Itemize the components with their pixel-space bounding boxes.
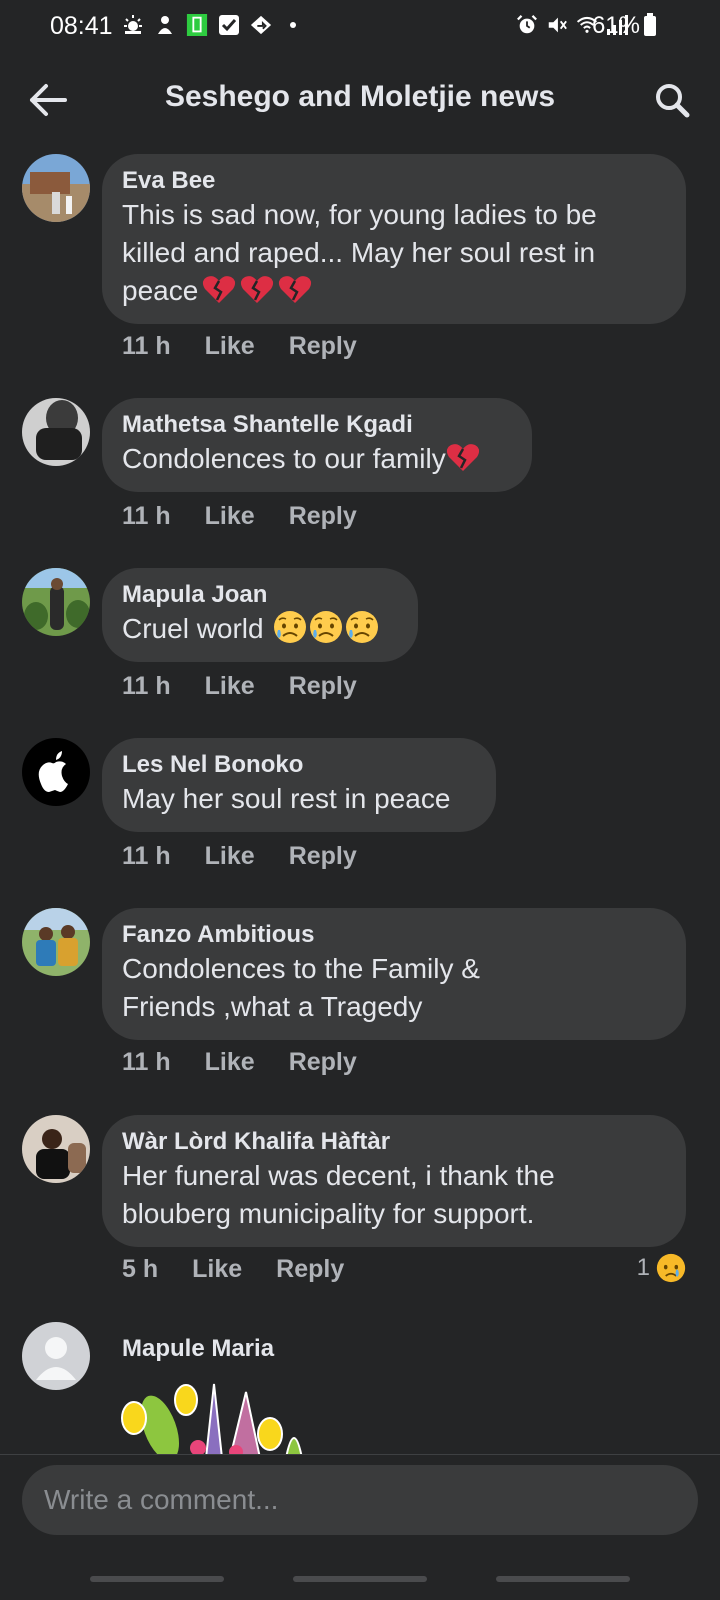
comment-bubble[interactable]: Eva Bee This is sad now, for young ladie… — [102, 154, 686, 324]
reply-button[interactable]: Reply — [289, 502, 357, 531]
nav-back-handle[interactable] — [90, 1576, 224, 1582]
comment-actions: 11 h Like Reply — [122, 672, 357, 701]
avatar[interactable] — [22, 738, 90, 806]
broken-heart-icon — [446, 444, 479, 471]
comment-actions: 11 h Like Reply — [122, 332, 357, 361]
broken-heart-icon — [241, 276, 274, 303]
reply-button[interactable]: Reply — [289, 842, 357, 871]
mute-icon — [546, 14, 568, 36]
reply-button[interactable]: Reply — [289, 332, 357, 361]
like-button[interactable]: Like — [192, 1255, 242, 1284]
dot-icon — [282, 14, 304, 36]
reply-button[interactable]: Reply — [276, 1255, 344, 1284]
comment-author[interactable]: Fanzo Ambitious — [122, 920, 666, 950]
comment-text-content: This is sad now, for young ladies to be … — [122, 199, 597, 306]
comment-timestamp: 11 h — [122, 1048, 171, 1076]
comment-bubble[interactable]: Wàr Lòrd Khalifa Hàftàr Her funeral was … — [102, 1115, 686, 1247]
broken-heart-icon — [279, 276, 312, 303]
search-icon — [656, 84, 690, 118]
like-button[interactable]: Like — [205, 672, 255, 701]
comment-timestamp: 11 h — [122, 672, 171, 700]
comment-bubble[interactable]: Les Nel Bonoko May her soul rest in peac… — [102, 738, 496, 832]
comment-author[interactable]: Mapule Maria — [122, 1334, 274, 1364]
like-button[interactable]: Like — [205, 1048, 255, 1077]
battery-saver-icon — [186, 14, 208, 36]
comment-input[interactable]: Write a comment... — [22, 1465, 698, 1535]
status-time: 08:41 — [50, 12, 113, 40]
comment-text-content: Condolences to our family — [122, 443, 446, 474]
avatar[interactable] — [22, 908, 90, 976]
like-button[interactable]: Like — [205, 332, 255, 361]
comment-timestamp: 11 h — [122, 842, 171, 870]
comment-author[interactable]: Eva Bee — [122, 166, 666, 196]
comment-text: Cruel world — [122, 610, 398, 648]
avatar[interactable] — [22, 398, 90, 466]
comment-text: May her soul rest in peace — [122, 783, 451, 814]
comment-text: Her funeral was decent, i thank the blou… — [122, 1160, 555, 1229]
avatar[interactable] — [22, 1322, 90, 1390]
comment-author[interactable]: Mapula Joan — [122, 580, 398, 610]
avatar[interactable] — [22, 1115, 90, 1183]
status-icons-left — [122, 14, 304, 36]
comment-timestamp: 11 h — [122, 502, 171, 530]
sad-sweat-face-icon — [274, 611, 307, 643]
search-button[interactable] — [648, 76, 696, 124]
reaction-summary[interactable]: 1 — [637, 1253, 686, 1283]
app-header: Seshego and Moletjie news — [0, 54, 720, 144]
avatar[interactable] — [22, 154, 90, 222]
battery-percentage: 61% — [591, 12, 640, 39]
comment-bubble[interactable]: Fanzo Ambitious Condolences to the Famil… — [102, 908, 686, 1040]
comment-text-content: Cruel world — [122, 613, 264, 644]
status-bar: 08:41 61% — [0, 0, 720, 54]
sad-face-icon — [656, 1253, 686, 1283]
broken-heart-icon — [203, 276, 236, 303]
comment-bubble[interactable]: Mathetsa Shantelle Kgadi Condolences to … — [102, 398, 532, 492]
battery-icon — [644, 13, 656, 36]
comment-text: Condolences to our family — [122, 440, 512, 478]
weather-icon — [122, 14, 144, 36]
flowers-sticker[interactable] — [110, 1378, 310, 1454]
comment-actions: 11 h Like Reply — [122, 502, 357, 531]
nav-home-handle[interactable] — [293, 1576, 427, 1582]
comment-timestamp: 5 h — [122, 1255, 159, 1283]
comment-author[interactable]: Mathetsa Shantelle Kgadi — [122, 410, 512, 440]
comment-actions: 11 h Like Reply — [122, 1048, 357, 1077]
comment-bubble[interactable]: Mapula Joan Cruel world — [102, 568, 418, 662]
nav-recents-handle[interactable] — [496, 1576, 630, 1582]
reaction-count: 1 — [636, 1254, 650, 1281]
page-title: Seshego and Moletjie news — [164, 80, 556, 113]
check-icon — [218, 14, 240, 36]
comment-text: Condolences to the Family & Friends ,wha… — [122, 953, 480, 1022]
system-nav-bar — [0, 1560, 720, 1600]
reply-button[interactable]: Reply — [289, 1048, 357, 1077]
nav-icon — [250, 14, 272, 36]
comment-author[interactable]: Wàr Lòrd Khalifa Hàftàr — [122, 1127, 666, 1157]
comment-author[interactable]: Les Nel Bonoko — [122, 750, 476, 780]
like-button[interactable]: Like — [205, 502, 255, 531]
comment-text: This is sad now, for young ladies to be … — [122, 196, 666, 310]
comment-composer-area: Write a comment... — [0, 1454, 720, 1600]
like-button[interactable]: Like — [205, 842, 255, 871]
comment-actions: 11 h Like Reply — [122, 842, 357, 871]
sad-sweat-face-icon — [346, 611, 379, 643]
comment-timestamp: 11 h — [122, 332, 171, 360]
avatar[interactable] — [22, 568, 90, 636]
sad-sweat-face-icon — [310, 611, 343, 643]
comment-actions: 5 h Like Reply — [122, 1255, 344, 1284]
person-hand-icon — [154, 14, 176, 36]
reply-button[interactable]: Reply — [289, 672, 357, 701]
alarm-icon — [516, 14, 538, 36]
